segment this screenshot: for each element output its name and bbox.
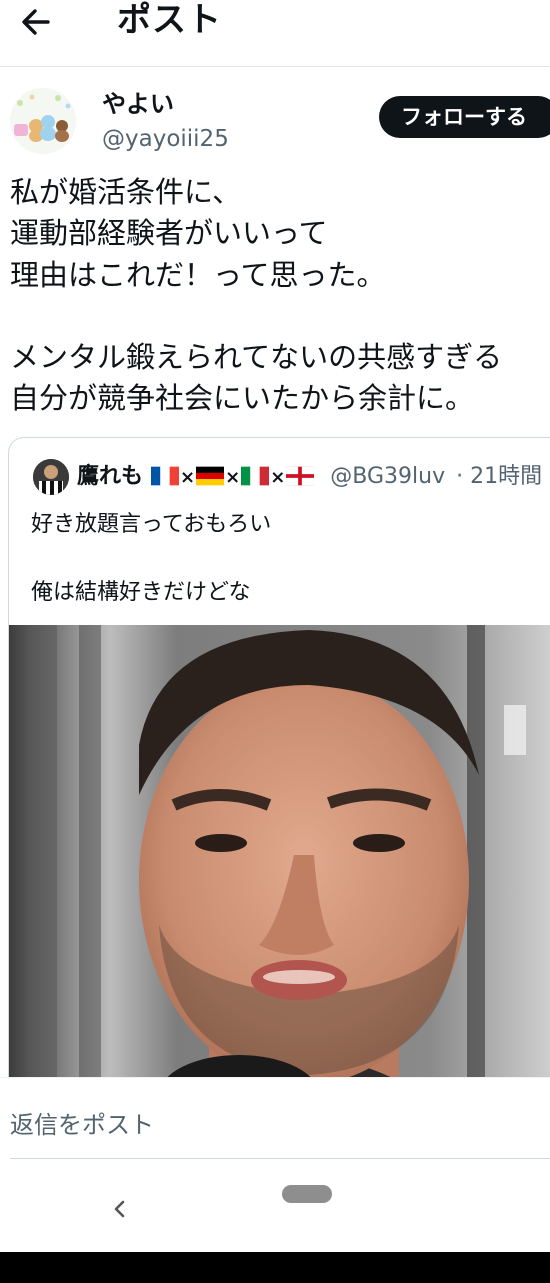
bottom-strip [0, 1252, 550, 1283]
quoted-author-row[interactable]: 鷹れも × × × @BG39luv · 21時間 [77, 460, 542, 494]
chevron-left-icon[interactable] [104, 1194, 134, 1224]
separator: × [270, 467, 286, 488]
top-bar: ポスト [0, 0, 550, 67]
quoted-post-time: · 21時間 [456, 464, 543, 489]
separator: × [225, 467, 241, 488]
author-name[interactable]: やよい [102, 88, 174, 120]
author-avatar[interactable] [10, 88, 76, 154]
reply-input[interactable]: 返信をポスト [10, 1108, 154, 1142]
quoted-author-handle: @BG39luv [330, 464, 446, 489]
system-nav-bar [0, 1162, 550, 1252]
reply-divider [10, 1158, 550, 1159]
quoted-author-avatar[interactable] [33, 459, 69, 495]
back-arrow-icon[interactable] [18, 2, 62, 42]
home-pill-icon[interactable] [282, 1185, 332, 1203]
quoted-video-thumbnail[interactable] [9, 625, 550, 1098]
follow-button[interactable]: フォローする [379, 96, 550, 138]
reply-bar: 返信をポスト [0, 1077, 550, 1163]
quoted-author-name[interactable]: 鷹れも [77, 464, 143, 489]
england-flag-icon [286, 466, 315, 486]
post-text: 私が婚活条件に、 運動部経験者がいいって 理由はこれだ！って思った。 メンタル鍛… [10, 175, 503, 416]
quoted-post-card[interactable]: 鷹れも × × × @BG39luv · 21時間 好き放題言っておもろい 俺は結構… [8, 437, 550, 1099]
germany-flag-icon [196, 466, 225, 486]
italy-flag-icon [241, 466, 270, 486]
author-handle[interactable]: @yayoiii25 [102, 124, 229, 154]
page-title: ポスト [117, 0, 222, 40]
quoted-post-text: 好き放題言っておもろい 俺は結構好きだけどな [31, 512, 272, 605]
france-flag-icon [151, 466, 180, 486]
separator: × [180, 467, 196, 488]
